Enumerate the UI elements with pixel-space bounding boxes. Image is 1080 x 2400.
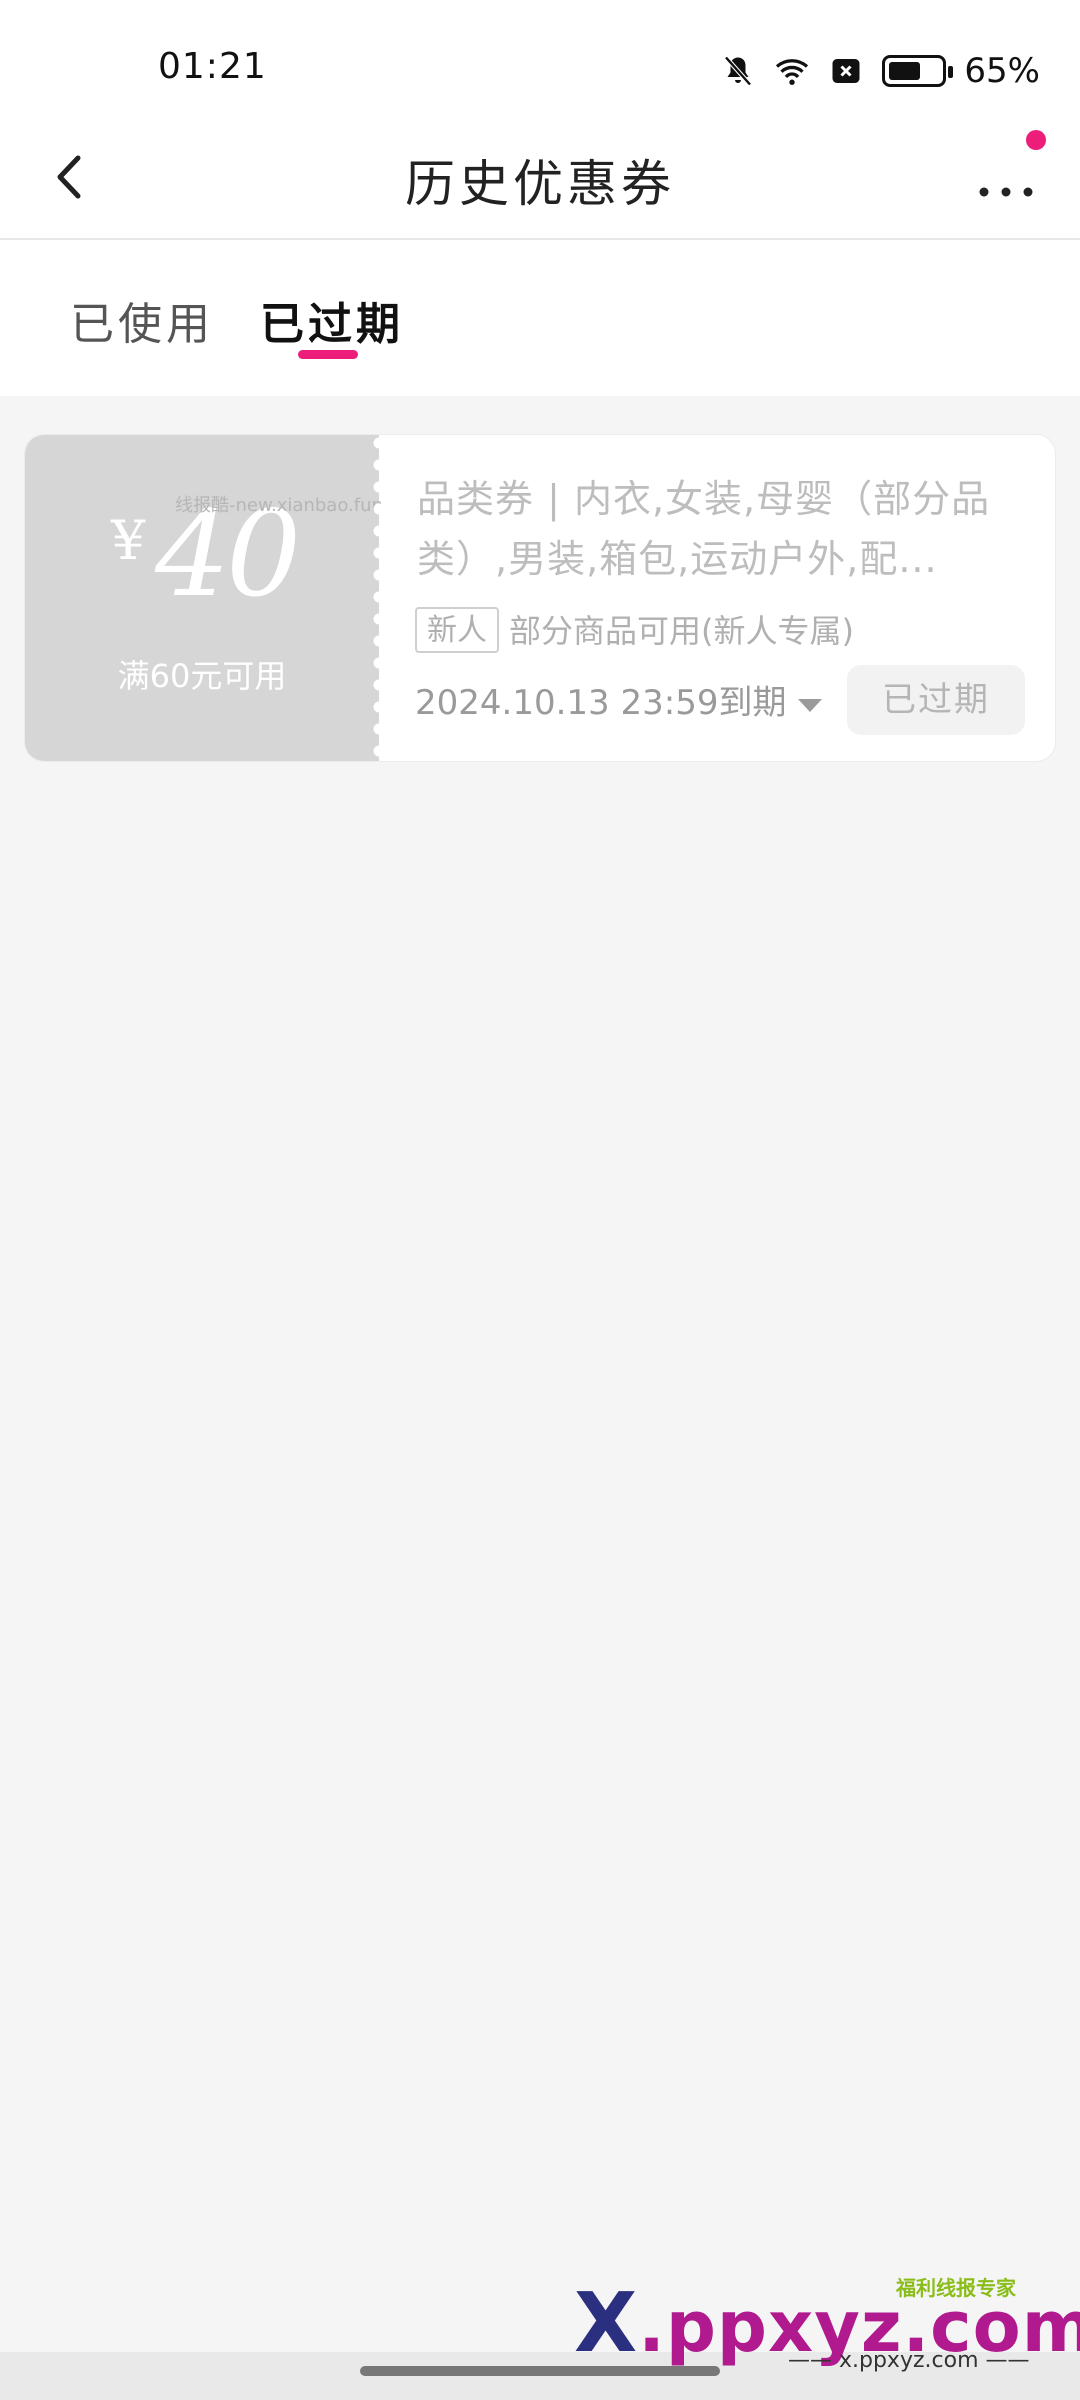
tab-expired[interactable]: 已过期: [260, 288, 404, 352]
wifi-icon: [776, 59, 809, 85]
battery-icon: [882, 55, 954, 87]
coupon-title: 品类券 | 内衣,女装,母婴（部分品类）,男装,箱包,运动户外,配...: [417, 477, 991, 581]
more-dots-icon[interactable]: [966, 144, 1046, 214]
page-title: 历史优惠券: [405, 155, 675, 213]
status-bar: 01:21 65%: [0, 0, 1080, 120]
sim-off-icon: [832, 59, 860, 83]
watermark-subtitle: 福利线报专家: [896, 2276, 1016, 2300]
new-user-tag: 新人: [415, 607, 499, 653]
coupon-perforation: [371, 435, 387, 761]
battery-percent: 65%: [964, 51, 1040, 91]
status-icons: 65%: [720, 46, 1040, 96]
coupon-expiry-toggle[interactable]: 2024.10.13 23:59到期: [415, 679, 823, 727]
bell-muted-icon: [724, 56, 753, 86]
coupon-currency: ¥: [111, 509, 146, 572]
image-watermark: 线报酷-new.xianbao.fun: [175, 495, 383, 516]
watermark-url: —— x.ppxyz.com ——: [788, 2348, 1030, 2373]
notification-badge: [1026, 130, 1046, 150]
nav-bar: 历史优惠券: [0, 120, 1080, 240]
expired-status-button: 已过期: [847, 665, 1025, 735]
coupon-expiry-text: 2024.10.13 23:59到期: [415, 683, 787, 723]
caret-down-icon: [798, 698, 823, 712]
coupon-scope: 部分商品可用(新人专属): [509, 612, 854, 650]
status-time: 01:21: [158, 46, 267, 87]
tab-bar: 已使用 已过期: [0, 240, 1080, 396]
tab-used[interactable]: 已使用: [70, 288, 214, 352]
coupon-condition: 满60元可用: [117, 657, 287, 695]
coupon-value-panel: ¥ 40 满60元可用 线报酷-new.xianbao.fun: [25, 435, 383, 761]
tab-active-indicator: [298, 350, 358, 359]
home-indicator[interactable]: [360, 2366, 720, 2376]
coupon-card[interactable]: ¥ 40 满60元可用 线报酷-new.xianbao.fun 品类券 | 内衣…: [24, 434, 1056, 762]
